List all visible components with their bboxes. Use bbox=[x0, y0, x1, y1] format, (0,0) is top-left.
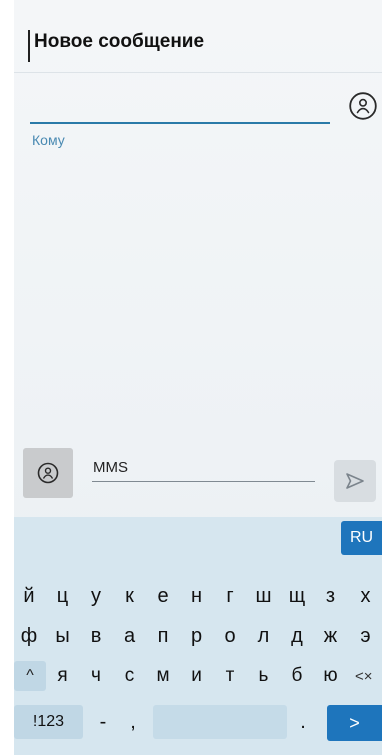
page-title: Новое сообщение bbox=[34, 31, 205, 52]
send-arrow-icon bbox=[346, 473, 364, 489]
attach-button[interactable] bbox=[23, 448, 73, 498]
key-row2-10[interactable]: ж bbox=[316, 616, 346, 656]
key-row2-5[interactable]: п bbox=[148, 616, 178, 656]
key-row1-10[interactable]: з bbox=[316, 576, 346, 616]
language-key[interactable]: RU bbox=[341, 521, 382, 555]
key-row3-6[interactable]: т bbox=[215, 656, 245, 696]
person-circle-icon bbox=[349, 92, 377, 120]
key-row1-7[interactable]: г bbox=[215, 576, 245, 616]
key-row1-3[interactable]: у bbox=[81, 576, 111, 616]
keyboard-row-2: ф ы в а п р о л д ж э bbox=[14, 616, 382, 656]
key-row2-3[interactable]: в bbox=[81, 616, 111, 656]
key-row2-8[interactable]: л bbox=[249, 616, 279, 656]
recipient-label: Кому bbox=[32, 132, 65, 148]
key-row3-2[interactable]: ч bbox=[81, 656, 111, 696]
comma-key[interactable]: , bbox=[121, 705, 145, 739]
key-row2-2[interactable]: ы bbox=[48, 616, 78, 656]
person-circle-icon bbox=[37, 462, 59, 484]
mms-label: MMS bbox=[93, 459, 128, 476]
backspace-key[interactable]: <× bbox=[355, 662, 382, 690]
key-row1-8[interactable]: ш bbox=[249, 576, 279, 616]
key-row3-3[interactable]: с bbox=[115, 656, 145, 696]
contact-picker-button[interactable] bbox=[346, 89, 380, 123]
key-row2-1[interactable]: ф bbox=[14, 616, 44, 656]
key-row1-1[interactable]: й bbox=[14, 576, 44, 616]
key-row3-5[interactable]: и bbox=[182, 656, 212, 696]
key-row1-11[interactable]: х bbox=[349, 576, 382, 616]
header-accent-bar bbox=[28, 30, 30, 62]
key-row2-4[interactable]: а bbox=[115, 616, 145, 656]
key-row1-4[interactable]: к bbox=[115, 576, 145, 616]
keyboard-row-1: й ц у к е н г ш щ з х bbox=[14, 576, 382, 616]
key-row2-9[interactable]: д bbox=[282, 616, 312, 656]
recipient-input-underline[interactable] bbox=[30, 122, 330, 124]
key-row1-6[interactable]: н bbox=[182, 576, 212, 616]
header-divider bbox=[14, 72, 382, 73]
enter-key[interactable]: > bbox=[327, 705, 382, 741]
dash-key[interactable]: - bbox=[90, 705, 116, 739]
key-row2-7[interactable]: о bbox=[215, 616, 245, 656]
send-button[interactable] bbox=[334, 460, 376, 502]
key-row2-6[interactable]: р bbox=[182, 616, 212, 656]
space-key[interactable] bbox=[153, 705, 287, 739]
keyboard-row-3: я ч с м и т ь б ю bbox=[14, 656, 382, 696]
key-row2-11[interactable]: э bbox=[349, 616, 382, 656]
key-row1-9[interactable]: щ bbox=[282, 576, 312, 616]
period-key[interactable]: . bbox=[290, 705, 316, 739]
key-row3-8[interactable]: б bbox=[282, 656, 312, 696]
key-row1-5[interactable]: е bbox=[148, 576, 178, 616]
numeric-key[interactable]: !123 bbox=[14, 705, 83, 739]
message-input-underline[interactable] bbox=[92, 481, 315, 482]
key-row3-9[interactable]: ю bbox=[316, 656, 346, 696]
keyboard-bottom-row: !123 - , . > bbox=[14, 699, 382, 755]
key-row3-1[interactable]: я bbox=[48, 656, 78, 696]
new-message-screen: Новое сообщение Кому MMS RU й ц у к е н … bbox=[14, 0, 382, 755]
key-row3-4[interactable]: м bbox=[148, 656, 178, 696]
key-row3-7[interactable]: ь bbox=[249, 656, 279, 696]
key-row1-2[interactable]: ц bbox=[48, 576, 78, 616]
virtual-keyboard: RU й ц у к е н г ш щ з х ф ы в а п р о л… bbox=[14, 517, 382, 755]
